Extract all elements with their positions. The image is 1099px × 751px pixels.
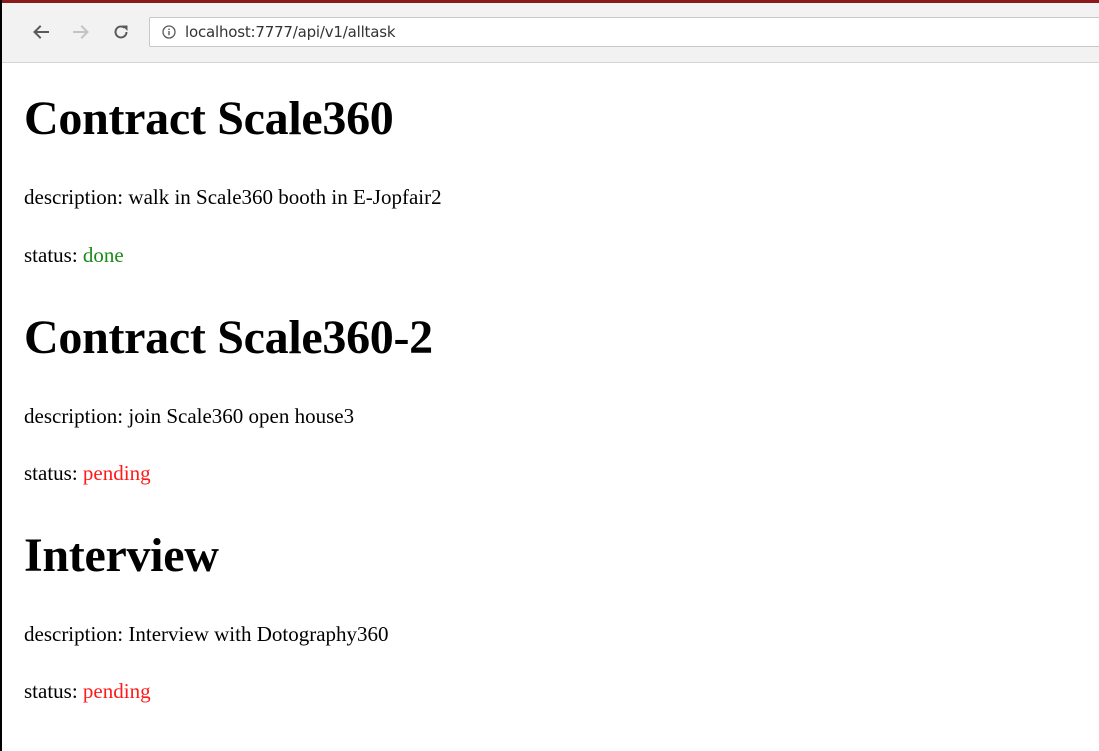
browser-toolbar: localhost:7777/api/v1/alltask [2, 0, 1099, 63]
forward-button[interactable] [68, 19, 94, 45]
address-bar[interactable]: localhost:7777/api/v1/alltask [149, 17, 1099, 47]
task-title: Interview [24, 529, 219, 582]
description-value: Interview with Dotography360 [128, 622, 389, 646]
status-value: pending [82, 679, 151, 703]
arrow-left-icon [32, 23, 50, 41]
browser-window: localhost:7777/api/v1/alltask Contract S… [0, 0, 1099, 751]
task-item: Contract Scale360 description: walk in S… [24, 63, 1099, 267]
task-status: status: pending [24, 461, 1099, 485]
url-text[interactable]: localhost:7777/api/v1/alltask [185, 23, 396, 41]
page-content: Contract Scale360 description: walk in S… [2, 63, 1099, 703]
info-icon[interactable] [162, 25, 176, 39]
arrow-right-icon [72, 23, 90, 41]
task-status: status: done [24, 243, 1099, 267]
status-label: status: [24, 461, 83, 485]
description-label: description: [24, 404, 129, 428]
task-description: description: walk in Scale360 booth in E… [24, 185, 1099, 209]
task-description: description: join Scale360 open house3 [24, 404, 1099, 428]
task-item: Interview description: Interview with Do… [24, 528, 1099, 703]
status-label: status: [24, 679, 83, 703]
task-description: description: Interview with Dotography36… [24, 622, 1099, 646]
reload-button[interactable] [108, 19, 134, 45]
description-value: join Scale360 open house3 [128, 404, 355, 428]
task-status: status: pending [24, 679, 1099, 703]
description-label: description: [24, 622, 129, 646]
back-button[interactable] [28, 19, 54, 45]
reload-icon [112, 23, 130, 41]
status-value: pending [82, 461, 151, 485]
description-value: walk in Scale360 booth in E-Jopfair2 [128, 185, 442, 209]
status-value: done [82, 243, 124, 267]
task-title: Contract Scale360-2 [24, 311, 433, 364]
task-item: Contract Scale360-2 description: join Sc… [24, 310, 1099, 485]
status-label: status: [24, 243, 83, 267]
task-title: Contract Scale360 [24, 92, 394, 145]
description-label: description: [24, 185, 129, 209]
